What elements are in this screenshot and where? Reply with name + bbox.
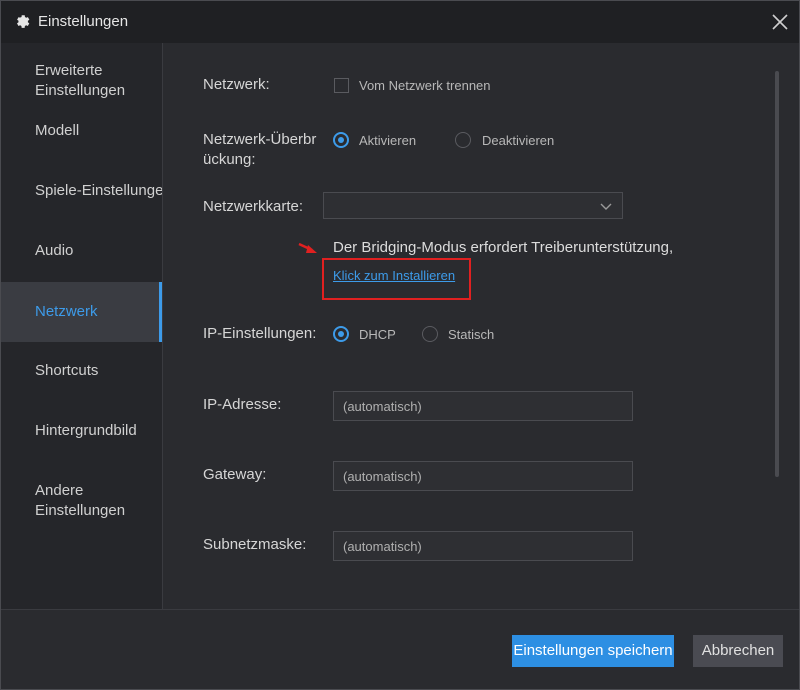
sidebar-item-shortcuts[interactable]: Shortcuts (1, 361, 162, 381)
scrollbar[interactable] (775, 71, 779, 477)
gear-icon (17, 15, 30, 28)
bridging-disable-label: Deaktivieren (482, 133, 555, 148)
cancel-button[interactable]: Abbrechen (693, 635, 783, 667)
ip-static-label: Statisch (448, 327, 495, 342)
ip-settings-label: IP-Einstellungen: (203, 325, 317, 342)
window-title: Einstellungen (38, 13, 129, 30)
sidebar-item-label: Einstellungen (35, 502, 126, 519)
gateway-label: Gateway: (203, 466, 267, 483)
bridging-label-line1: Netzwerk-Überbr (203, 131, 317, 148)
bridging-enable-radio[interactable] (333, 132, 349, 148)
sidebar-item-other-settings[interactable]: Andere Einstellungen (1, 481, 162, 521)
network-label: Netzwerk: (203, 76, 270, 93)
ip-static-radio[interactable] (422, 326, 438, 342)
network-card-select[interactable] (323, 192, 623, 219)
network-card-label: Netzwerkkarte: (203, 198, 304, 215)
disconnect-checkbox[interactable] (334, 78, 349, 93)
sidebar-item-wallpaper[interactable]: Hintergrundbild (1, 421, 162, 441)
bridging-enable-label: Aktivieren (359, 133, 417, 148)
sidebar-item-network[interactable]: Netzwerk (1, 282, 162, 342)
disconnect-label: Vom Netzwerk trennen (359, 78, 491, 93)
settings-window: Einstellungen Erweiterte Einstellungen M… (0, 0, 800, 690)
sidebar-item-audio[interactable]: Audio (1, 241, 162, 261)
ip-dhcp-label: DHCP (359, 327, 396, 342)
bridging-label-line2: ückung: (203, 151, 256, 168)
sidebar-item-label: Erweiterte (35, 62, 103, 79)
save-settings-button[interactable]: Einstellungen speichern (512, 635, 674, 667)
close-icon[interactable] (767, 9, 793, 35)
gateway-input[interactable] (333, 461, 633, 491)
subnet-mask-label: Subnetzmaske: (203, 536, 307, 553)
title-bar: Einstellungen (1, 1, 799, 43)
footer: Einstellungen speichern Abbrechen (1, 609, 799, 689)
sidebar-item-game-settings[interactable]: Spiele-Einstellungen (1, 181, 162, 201)
sidebar-item-label: Andere (35, 482, 84, 499)
ip-address-label: IP-Adresse: (203, 396, 282, 413)
chevron-down-icon (600, 203, 612, 210)
subnet-mask-input[interactable] (333, 531, 633, 561)
sidebar-item-advanced-settings[interactable]: Erweiterte Einstellungen (1, 61, 162, 101)
install-driver-link[interactable]: Klick zum Installieren (333, 268, 455, 284)
network-settings-panel: Netzwerk: Vom Netzwerk trennen Netzwerk-… (163, 43, 799, 609)
ip-address-input[interactable] (333, 391, 633, 421)
sidebar: Erweiterte Einstellungen Modell Spiele-E… (1, 43, 163, 609)
bridging-disable-radio[interactable] (455, 132, 471, 148)
bridging-notice-text: Der Bridging-Modus erfordert Treiberunte… (333, 239, 674, 256)
sidebar-item-model[interactable]: Modell (1, 121, 162, 141)
red-arrow-icon (298, 242, 317, 253)
sidebar-item-label: Einstellungen (35, 82, 126, 99)
ip-dhcp-radio[interactable] (333, 326, 349, 342)
